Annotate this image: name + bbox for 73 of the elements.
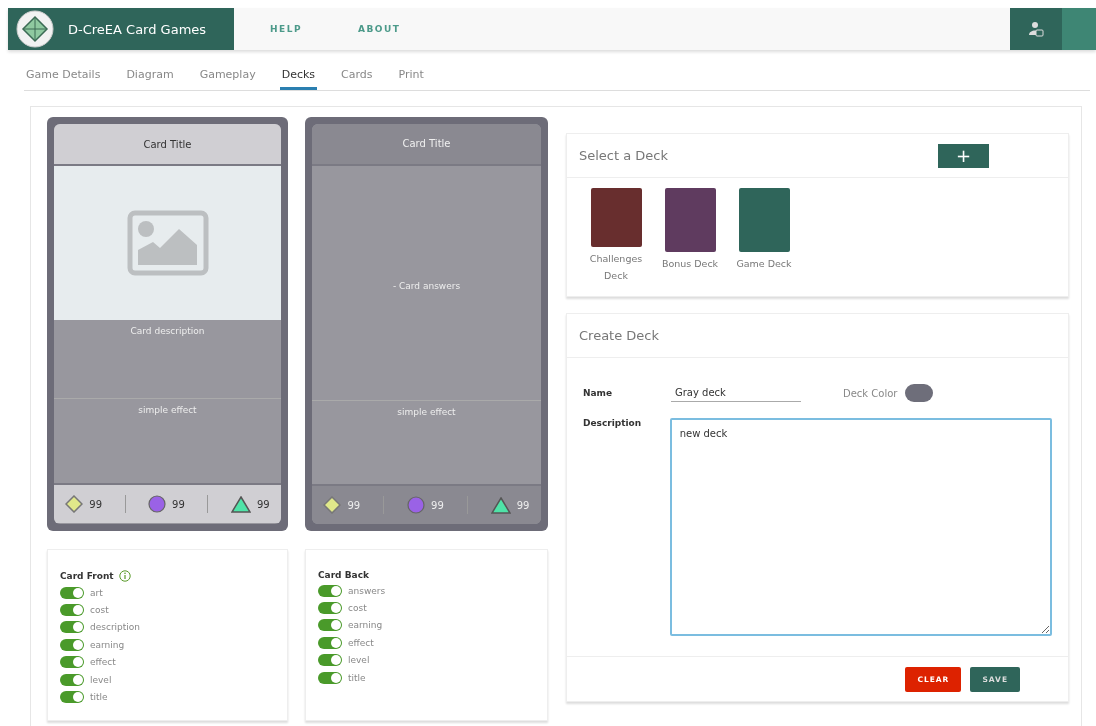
toggle-switch[interactable] xyxy=(318,619,342,632)
circle-icon xyxy=(148,495,167,513)
logo-icon[interactable] xyxy=(16,10,54,48)
stat-value: 99 xyxy=(347,499,361,511)
tab[interactable]: Gameplay xyxy=(197,68,258,90)
triangle-icon xyxy=(230,495,251,513)
stat-value: 99 xyxy=(256,498,270,510)
toggle-switch[interactable] xyxy=(60,604,84,617)
diamond-icon xyxy=(323,496,342,515)
image-placeholder-icon xyxy=(126,210,209,276)
field-label: Deck Color xyxy=(843,387,898,399)
nav-link[interactable]: HELP xyxy=(270,24,302,34)
deck-swatch[interactable] xyxy=(664,188,716,252)
tab[interactable]: Game Details xyxy=(24,68,103,90)
toggle-label: level xyxy=(348,655,370,666)
tab[interactable]: Diagram xyxy=(124,68,176,90)
description-field[interactable]: new deck xyxy=(669,418,1052,636)
toggle-label: cost xyxy=(90,605,109,616)
app-title: D-CreEA Card Games xyxy=(68,21,207,37)
toggle-label: title xyxy=(90,692,108,703)
toggle-label: cost xyxy=(348,603,367,614)
toggle-switch[interactable] xyxy=(60,691,84,704)
tab[interactable]: Cards xyxy=(339,68,375,90)
toggle-switch[interactable] xyxy=(318,636,342,649)
color-swatch[interactable] xyxy=(905,384,934,402)
toggle-label: answers xyxy=(348,585,386,596)
user-button[interactable] xyxy=(1010,8,1062,50)
circle-icon xyxy=(407,496,426,515)
panel-title: Card Back xyxy=(318,570,369,580)
add-button[interactable]: + xyxy=(938,143,989,168)
card-description: Card description xyxy=(129,325,206,338)
nav-link[interactable]: ABOUT xyxy=(358,24,401,34)
toggle-label: effect xyxy=(90,657,116,668)
toggle-switch[interactable] xyxy=(60,586,84,599)
toggle-label: level xyxy=(90,674,112,685)
stat-value: 99 xyxy=(172,498,185,510)
toggle-label: title xyxy=(348,672,366,683)
panel-title: Create Deck xyxy=(579,328,659,343)
card-title: Card Title xyxy=(54,124,281,166)
card-title: Card Title xyxy=(312,124,541,166)
user-icon xyxy=(1028,21,1044,37)
field-label: Name xyxy=(583,388,614,398)
stat-value: 99 xyxy=(431,499,444,511)
toggle-switch[interactable] xyxy=(60,638,84,651)
diamond-icon xyxy=(65,495,84,513)
toggle-switch[interactable] xyxy=(318,584,342,597)
toggle-switch[interactable] xyxy=(318,602,342,615)
toggle-switch[interactable] xyxy=(60,656,84,669)
field-label: Description xyxy=(583,418,643,428)
toggle-switch[interactable] xyxy=(318,654,342,667)
toggle-label: description xyxy=(90,622,141,633)
tab[interactable]: Decks xyxy=(279,68,318,90)
toggle-label: earning xyxy=(348,620,383,631)
toggle-label: effect xyxy=(348,637,374,648)
deck-name: Bonus Deck xyxy=(661,257,719,271)
stat-value: 99 xyxy=(89,498,102,510)
toggle-label: earning xyxy=(90,639,125,650)
panel-title: Select a Deck xyxy=(579,148,669,163)
deck-swatch[interactable] xyxy=(738,188,790,252)
toggle-switch[interactable] xyxy=(60,621,84,634)
toggle-label: art xyxy=(90,587,103,598)
deck-name: Challenges Deck xyxy=(588,252,644,283)
stat-value: 99 xyxy=(516,499,530,511)
toggle-switch[interactable] xyxy=(318,671,342,684)
deck-swatch[interactable] xyxy=(590,188,642,247)
info-icon[interactable] xyxy=(118,570,131,582)
tab[interactable]: Print xyxy=(396,68,426,90)
panel-title: Card Front xyxy=(60,571,114,581)
card-answers: - Card answers xyxy=(391,279,462,293)
header-end-bar xyxy=(1062,8,1096,50)
deck-name: Game Deck xyxy=(736,257,792,271)
toggle-switch[interactable] xyxy=(60,673,84,686)
triangle-icon xyxy=(490,496,511,514)
